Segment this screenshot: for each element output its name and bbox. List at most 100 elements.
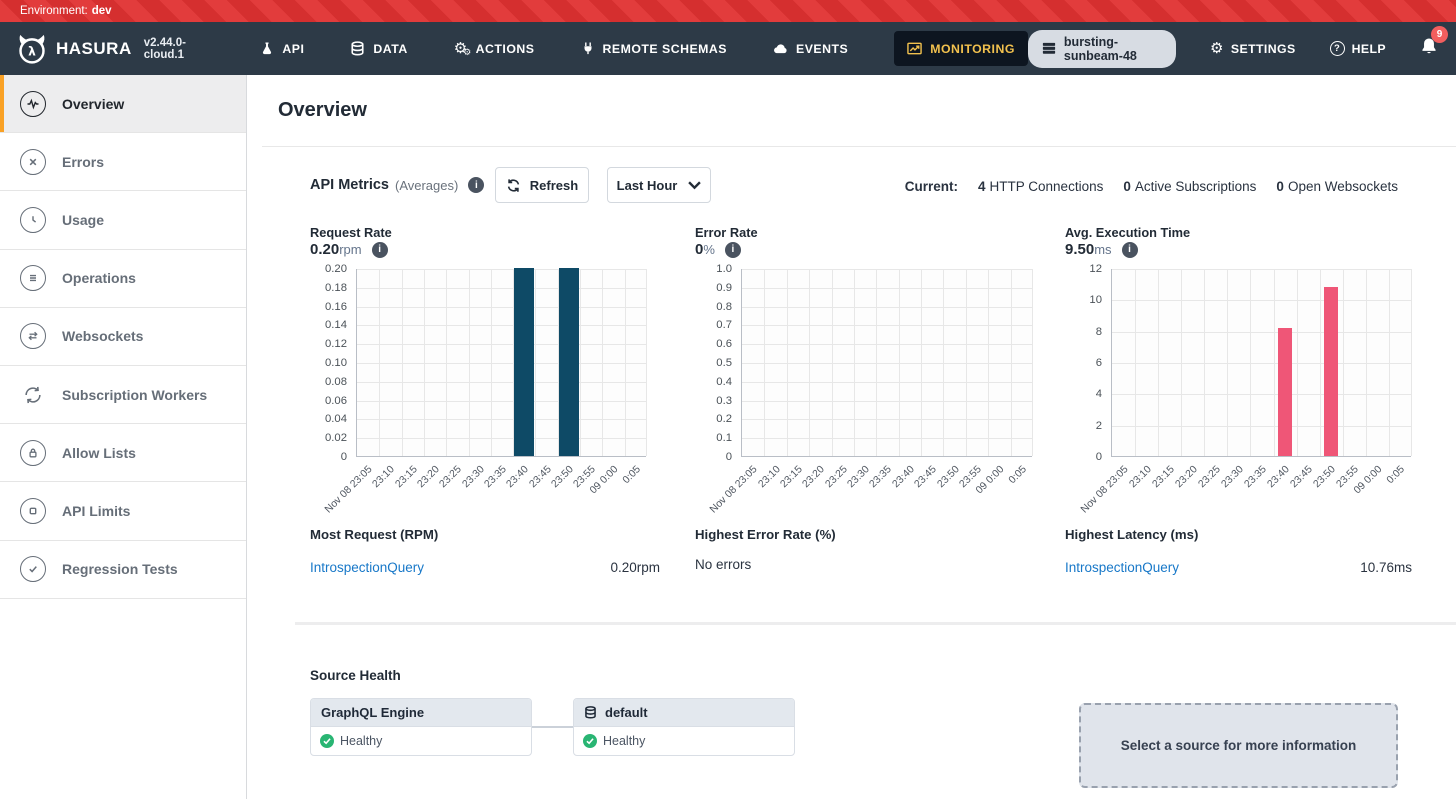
environment-bar: Environment: dev <box>0 0 1456 22</box>
nav-item-api[interactable]: API <box>260 41 304 56</box>
square-circle-icon <box>20 498 46 524</box>
sidebar-item-overview[interactable]: Overview <box>0 75 246 133</box>
sidebar-item-label: Errors <box>62 154 104 170</box>
y-axis-tick: 0.12 <box>325 338 347 350</box>
api-metrics-label: API Metrics <box>310 177 389 193</box>
summary-heading: Highest Error Rate (%) <box>695 527 1025 542</box>
nav-item-monitoring[interactable]: MONITORING <box>894 31 1028 66</box>
gridline <box>491 269 492 456</box>
gridline <box>899 269 900 456</box>
sidebar: Overview Errors Usage Operations Websock… <box>0 75 247 799</box>
refresh-icon <box>506 178 521 193</box>
check-circle-icon <box>20 556 46 582</box>
sidebar-item-usage[interactable]: Usage <box>0 191 246 249</box>
x-axis-label: 23:30 <box>460 464 486 490</box>
arrows-swap-icon <box>20 323 46 349</box>
x-axis-label: 23:40 <box>890 464 916 490</box>
most-request-summary: Most Request (RPM) IntrospectionQuery 0.… <box>310 527 660 542</box>
sidebar-item-websockets[interactable]: Websockets <box>0 308 246 366</box>
time-range-value: Last Hour <box>617 178 678 193</box>
bar <box>1324 287 1338 456</box>
y-axis-tick: 10 <box>1089 294 1102 306</box>
info-icon[interactable]: i <box>725 242 741 258</box>
y-axis-tick: 0.20 <box>325 263 347 275</box>
y-axis-tick: 0.10 <box>325 357 347 369</box>
project-selector[interactable]: bursting-sunbeam-48 <box>1028 30 1176 68</box>
y-axis-tick: 4 <box>1096 388 1102 400</box>
brand-group[interactable]: λ HASURA v2.44.0-cloud.1 <box>16 33 212 65</box>
check-circle-icon <box>320 734 334 748</box>
sidebar-item-errors[interactable]: Errors <box>0 133 246 191</box>
chart-plot-area: 121086420Nov 08 23:0523:1023:1523:2023:2… <box>1065 269 1411 457</box>
source-name: GraphQL Engine <box>321 705 424 720</box>
gridline <box>1011 269 1012 456</box>
current-stats: Current: 4HTTP Connections 0Active Subsc… <box>905 179 1398 194</box>
loop-icon <box>20 382 46 408</box>
sidebar-item-api-limits[interactable]: API Limits <box>0 482 246 540</box>
database-icon <box>584 706 597 719</box>
main-content: Overview API Metrics (Averages) i Refres… <box>247 75 1456 799</box>
source-card-status: Healthy <box>574 727 794 755</box>
chart-unit: rpm <box>339 242 361 257</box>
gridline <box>854 269 855 456</box>
x-axis-label: 23:10 <box>756 464 782 490</box>
source-card-header: default <box>574 699 794 727</box>
gridline <box>535 269 536 456</box>
chart-unit: % <box>703 242 715 257</box>
sidebar-item-label: API Limits <box>62 503 130 519</box>
gridline <box>1320 269 1321 456</box>
y-axis: 0.200.180.160.140.120.100.080.060.040.02… <box>310 269 356 457</box>
sidebar-item-operations[interactable]: Operations <box>0 250 246 308</box>
sidebar-item-subscription-workers[interactable]: Subscription Workers <box>0 366 246 424</box>
gridline <box>1274 269 1275 456</box>
help-label: HELP <box>1352 42 1386 56</box>
flask-icon <box>260 41 274 56</box>
operation-link[interactable]: IntrospectionQuery <box>1065 560 1179 575</box>
nav-item-label: MONITORING <box>930 42 1015 56</box>
chart-plot-area: 0.200.180.160.140.120.100.080.060.040.02… <box>310 269 646 457</box>
x-axis-label: 23:25 <box>438 464 464 490</box>
bar <box>559 268 579 456</box>
info-icon[interactable]: i <box>468 177 484 193</box>
info-icon[interactable]: i <box>1122 242 1138 258</box>
x-axis-label: 23:40 <box>1266 464 1292 490</box>
list-circle-icon <box>20 265 46 291</box>
operation-link[interactable]: IntrospectionQuery <box>310 560 424 575</box>
server-stack-icon <box>1042 42 1056 55</box>
source-card-default[interactable]: default Healthy <box>573 698 795 756</box>
gridline <box>469 269 470 456</box>
nav-item-data[interactable]: DATA <box>350 41 407 56</box>
help-button[interactable]: ? HELP <box>1330 41 1386 56</box>
summary-value: 0.20rpm <box>610 560 660 575</box>
sidebar-item-allow-lists[interactable]: Allow Lists <box>0 424 246 482</box>
y-axis-tick: 0.14 <box>325 319 347 331</box>
info-icon[interactable]: i <box>372 242 388 258</box>
y-axis-tick: 0.06 <box>325 395 347 407</box>
source-card-graphql-engine[interactable]: GraphQL Engine Healthy <box>310 698 532 756</box>
refresh-button[interactable]: Refresh <box>495 167 589 203</box>
x-axis-label: 23:50 <box>550 464 576 490</box>
chart-title: Error Rate <box>695 225 1032 240</box>
check-circle-icon <box>583 734 597 748</box>
stat-active-subscriptions: 0Active Subscriptions <box>1123 179 1256 194</box>
time-range-dropdown[interactable]: Last Hour <box>607 167 711 203</box>
hasura-logo-icon: λ <box>16 33 48 65</box>
gridline <box>988 269 989 456</box>
sidebar-item-regression-tests[interactable]: Regression Tests <box>0 541 246 599</box>
sidebar-item-label: Subscription Workers <box>62 387 207 403</box>
highest-latency-summary: Highest Latency (ms) IntrospectionQuery … <box>1065 527 1412 542</box>
sidebar-item-label: Overview <box>62 96 124 112</box>
notifications-button[interactable]: 9 <box>1420 37 1438 60</box>
y-axis: 1.00.90.80.70.60.50.40.30.20.10 <box>695 269 741 457</box>
y-axis-tick: 0.4 <box>716 376 732 388</box>
settings-button[interactable]: ⚙ SETTINGS <box>1210 41 1296 56</box>
gridline <box>446 269 447 456</box>
question-circle-icon: ? <box>1330 41 1345 56</box>
summary-heading: Most Request (RPM) <box>310 527 660 542</box>
select-source-placeholder: Select a source for more information <box>1079 703 1398 788</box>
y-axis-tick: 2 <box>1096 420 1102 432</box>
nav-item-events[interactable]: EVENTS <box>773 42 848 56</box>
svg-text:λ: λ <box>28 44 36 58</box>
nav-item-actions[interactable]: ⚙⚙ ACTIONS <box>454 41 535 56</box>
nav-item-remote-schemas[interactable]: REMOTE SCHEMAS <box>581 41 728 56</box>
